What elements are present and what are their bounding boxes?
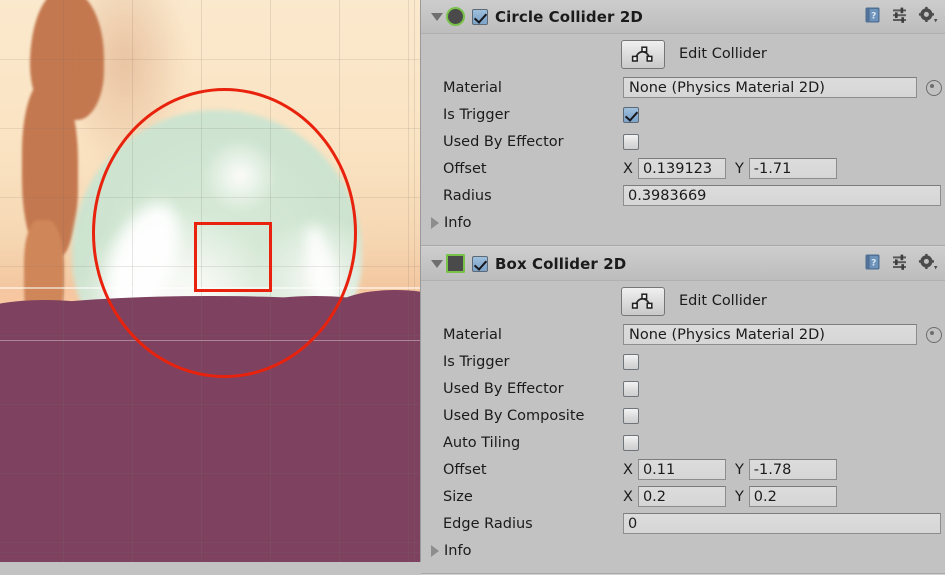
component-header-box-collider-2d[interactable]: Box Collider 2D ? [421,247,945,281]
edit-collider-button[interactable] [621,286,665,316]
axis-label-x: X [623,488,633,505]
label-is-trigger: Is Trigger [443,106,510,123]
component-enabled-checkbox[interactable] [472,8,488,25]
row-auto-tiling: Auto Tiling [421,429,945,456]
size-y-field[interactable]: 0.2 [748,486,837,507]
used-by-effector-checkbox[interactable] [623,380,639,397]
component-title: Circle Collider 2D [495,7,643,26]
label-offset: Offset [443,160,487,177]
size-x-field[interactable]: 0.2 [637,486,726,507]
material-field[interactable]: None (Physics Material 2D) [623,77,917,98]
info-foldout-circle[interactable]: Info [421,209,945,236]
label-material: Material [443,79,502,96]
is-trigger-checkbox[interactable] [623,106,639,123]
row-used-by-composite: Used By Composite [421,402,945,429]
edit-collider-button[interactable] [621,39,665,69]
material-object-picker-icon[interactable] [926,326,942,343]
component-circle-collider-2d: Circle Collider 2D ? Edit Collider Mater… [421,0,945,245]
axis-label-y: Y [734,461,744,478]
collider-edit-icon [631,293,653,309]
is-trigger-checkbox[interactable] [623,353,639,370]
edit-collider-row: Edit Collider [421,281,945,321]
edge-radius-field[interactable]: 0 [623,513,941,534]
edit-collider-label: Edit Collider [679,293,767,309]
row-edge-radius: Edge Radius 0 [421,510,945,537]
label-material: Material [443,326,502,343]
inspector-panel: Circle Collider 2D ? Edit Collider Mater… [420,0,945,575]
row-is-trigger: Is Trigger [421,101,945,128]
context-menu-icon[interactable] [918,6,938,28]
used-by-effector-checkbox[interactable] [623,133,639,150]
preset-icon[interactable] [891,253,909,275]
auto-tiling-checkbox[interactable] [623,434,639,451]
label-used-by-composite: Used By Composite [443,407,585,424]
info-foldout-box[interactable]: Info [421,537,945,564]
box-collider-icon [446,254,465,273]
circle-collider-icon [446,7,465,26]
edit-collider-row: Edit Collider [421,34,945,74]
label-radius: Radius [443,187,492,204]
component-body-circle-collider-2d: Edit Collider Material None (Physics Mat… [421,34,945,245]
header-icon-group: ? [864,6,940,28]
help-icon[interactable]: ? [864,253,882,275]
foldout-arrow-icon[interactable] [428,256,444,272]
offset-x-field[interactable]: 0.139123 [637,158,726,179]
row-material: Material None (Physics Material 2D) [421,74,945,101]
row-offset: Offset X 0.139123 Y -1.71 [421,155,945,182]
label-edge-radius: Edge Radius [443,515,533,532]
header-icon-group: ? [864,253,940,275]
label-used-by-effector: Used By Effector [443,133,564,150]
axis-label-x: X [623,160,633,177]
row-material: Material None (Physics Material 2D) [421,321,945,348]
offset-x-field[interactable]: 0.11 [637,459,726,480]
svg-text:?: ? [871,258,876,268]
info-label: Info [444,542,472,559]
context-menu-icon[interactable] [918,253,938,275]
row-is-trigger: Is Trigger [421,348,945,375]
label-used-by-effector: Used By Effector [443,380,564,397]
row-size: Size X 0.2 Y 0.2 [421,483,945,510]
foldout-arrow-icon[interactable] [428,9,444,25]
component-enabled-checkbox[interactable] [472,255,488,272]
component-box-collider-2d: Box Collider 2D ? Edit Collider Material… [421,247,945,573]
row-offset: Offset X 0.11 Y -1.78 [421,456,945,483]
offset-y-field[interactable]: -1.78 [748,459,837,480]
row-used-by-effector: Used By Effector [421,128,945,155]
preset-icon[interactable] [891,6,909,28]
label-is-trigger: Is Trigger [443,353,510,370]
component-header-circle-collider-2d[interactable]: Circle Collider 2D ? [421,0,945,34]
label-offset: Offset [443,461,487,478]
foldout-arrow-icon[interactable] [426,543,442,559]
component-body-box-collider-2d: Edit Collider Material None (Physics Mat… [421,281,945,573]
box-collider-gizmo[interactable] [194,222,272,292]
component-title: Box Collider 2D [495,254,627,273]
help-icon[interactable]: ? [864,6,882,28]
axis-label-y: Y [734,160,744,177]
offset-y-field[interactable]: -1.71 [748,158,837,179]
axis-label-y: Y [734,488,744,505]
svg-text:?: ? [871,11,876,21]
unity-editor-window: Circle Collider 2D ? Edit Collider Mater… [0,0,945,575]
used-by-composite-checkbox[interactable] [623,407,639,424]
material-field[interactable]: None (Physics Material 2D) [623,324,917,345]
row-used-by-effector: Used By Effector [421,375,945,402]
axis-label-x: X [623,461,633,478]
material-object-picker-icon[interactable] [926,79,942,96]
collider-edit-icon [631,46,653,62]
row-radius: Radius 0.3983669 [421,182,945,209]
scene-game-view[interactable] [0,0,420,562]
radius-field[interactable]: 0.3983669 [623,185,941,206]
edit-collider-label: Edit Collider [679,46,767,62]
label-size: Size [443,488,473,505]
foldout-arrow-icon[interactable] [426,215,442,231]
info-label: Info [444,214,472,231]
label-auto-tiling: Auto Tiling [443,434,521,451]
